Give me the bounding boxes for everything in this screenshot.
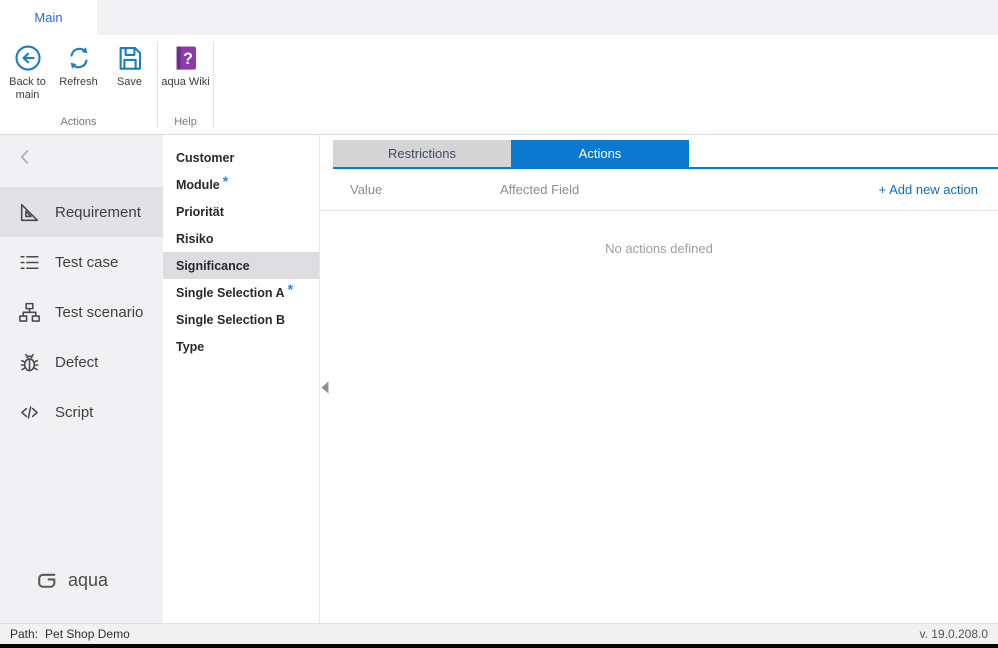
field-label: Significance bbox=[176, 259, 250, 273]
field-label: Single Selection B bbox=[176, 313, 285, 327]
aqua-wiki-button[interactable]: ? aqua Wiki bbox=[160, 41, 211, 91]
aqua-logo-text: aqua bbox=[68, 570, 108, 591]
wiki-question-icon: ? bbox=[171, 43, 201, 73]
field-label: Customer bbox=[176, 151, 234, 165]
ribbon-separator bbox=[213, 42, 214, 127]
field-item-prioritaet[interactable]: Priorität bbox=[163, 198, 319, 225]
field-item-risiko[interactable]: Risiko bbox=[163, 225, 319, 252]
field-item-single-selection-a[interactable]: Single Selection A* bbox=[163, 279, 319, 306]
back-arrow-icon bbox=[13, 43, 43, 73]
refresh-label: Refresh bbox=[59, 76, 98, 89]
field-label: Single Selection A bbox=[176, 286, 285, 300]
sidebar-item-test-scenario[interactable]: Test scenario bbox=[0, 287, 163, 337]
field-label: Risiko bbox=[176, 232, 214, 246]
sidebar-item-defect[interactable]: Defect bbox=[0, 337, 163, 387]
required-marker: * bbox=[223, 173, 228, 189]
content-panel: Restrictions Actions Value Affected Fiel… bbox=[320, 135, 998, 623]
ribbon-tab-strip: Main bbox=[0, 0, 998, 35]
sidebar-item-label: Test scenario bbox=[55, 304, 143, 321]
chevron-left-icon bbox=[14, 146, 36, 168]
svg-text:?: ? bbox=[183, 50, 193, 68]
app-window: Main Back to main bbox=[0, 0, 998, 648]
tab-actions[interactable]: Actions bbox=[511, 140, 689, 167]
column-header-value: Value bbox=[350, 182, 500, 197]
back-to-main-label: Back to main bbox=[3, 76, 52, 102]
ribbon-group-label-help: Help bbox=[160, 113, 211, 134]
empty-state-message: No actions defined bbox=[320, 241, 998, 256]
ribbon-group-label-actions: Actions bbox=[2, 113, 155, 134]
sidebar-item-test-case[interactable]: Test case bbox=[0, 237, 163, 287]
aqua-logo: aqua bbox=[0, 568, 163, 593]
collapse-sidebar-button[interactable] bbox=[14, 144, 40, 170]
splitter-collapse-handle[interactable] bbox=[321, 381, 329, 394]
column-header-affected-field: Affected Field bbox=[500, 182, 879, 197]
aqua-wiki-label: aqua Wiki bbox=[161, 76, 209, 89]
refresh-button[interactable]: Refresh bbox=[53, 41, 104, 91]
field-list: Customer Module* Priorität Risiko Signif… bbox=[163, 135, 320, 623]
back-to-main-button[interactable]: Back to main bbox=[2, 41, 53, 104]
main-area: Requirement Test case bbox=[0, 135, 998, 623]
sidebar: Requirement Test case bbox=[0, 135, 163, 623]
field-item-type[interactable]: Type bbox=[163, 333, 319, 360]
status-bar: Path: Pet Shop Demo v. 19.0.208.0 bbox=[0, 623, 998, 644]
field-item-significance[interactable]: Significance bbox=[163, 252, 319, 279]
sidebar-item-label: Defect bbox=[55, 354, 98, 371]
ribbon-tab-main[interactable]: Main bbox=[0, 0, 97, 35]
code-icon bbox=[17, 400, 42, 425]
statusbar-path-label: Path: bbox=[10, 627, 38, 641]
sidebar-item-label: Test case bbox=[55, 254, 118, 271]
field-item-customer[interactable]: Customer bbox=[163, 144, 319, 171]
sidebar-item-script[interactable]: Script bbox=[0, 387, 163, 437]
bug-icon bbox=[17, 350, 42, 375]
ribbon-group-help: ? aqua Wiki Help bbox=[158, 35, 213, 134]
aqua-logo-icon bbox=[34, 568, 59, 593]
add-new-action-link[interactable]: + Add new action bbox=[879, 182, 978, 197]
save-button[interactable]: Save bbox=[104, 41, 155, 91]
refresh-icon bbox=[64, 43, 94, 73]
save-icon bbox=[115, 43, 145, 73]
sidebar-item-label: Requirement bbox=[55, 204, 141, 221]
tab-restrictions[interactable]: Restrictions bbox=[333, 140, 511, 167]
set-square-icon bbox=[17, 200, 42, 225]
required-marker: * bbox=[288, 281, 293, 297]
sidebar-item-label: Script bbox=[55, 404, 93, 421]
field-item-single-selection-b[interactable]: Single Selection B bbox=[163, 306, 319, 333]
statusbar-path-value: Pet Shop Demo bbox=[45, 627, 130, 641]
hierarchy-icon bbox=[17, 300, 42, 325]
save-label: Save bbox=[117, 76, 142, 89]
field-label: Module bbox=[176, 178, 220, 192]
field-label: Priorität bbox=[176, 205, 224, 219]
statusbar-version: v. 19.0.208.0 bbox=[920, 627, 989, 641]
collapse-left-arrow-icon bbox=[321, 381, 329, 394]
ribbon-group-actions: Back to main Refresh bbox=[0, 35, 157, 134]
field-item-module[interactable]: Module* bbox=[163, 171, 319, 198]
field-label: Type bbox=[176, 340, 204, 354]
content-tabbar: Restrictions Actions bbox=[333, 140, 998, 169]
checklist-icon bbox=[17, 250, 42, 275]
sidebar-item-requirement[interactable]: Requirement bbox=[0, 187, 163, 237]
bottom-black-bar bbox=[0, 644, 998, 648]
actions-table-header: Value Affected Field + Add new action bbox=[320, 169, 998, 211]
ribbon: Back to main Refresh bbox=[0, 35, 998, 135]
